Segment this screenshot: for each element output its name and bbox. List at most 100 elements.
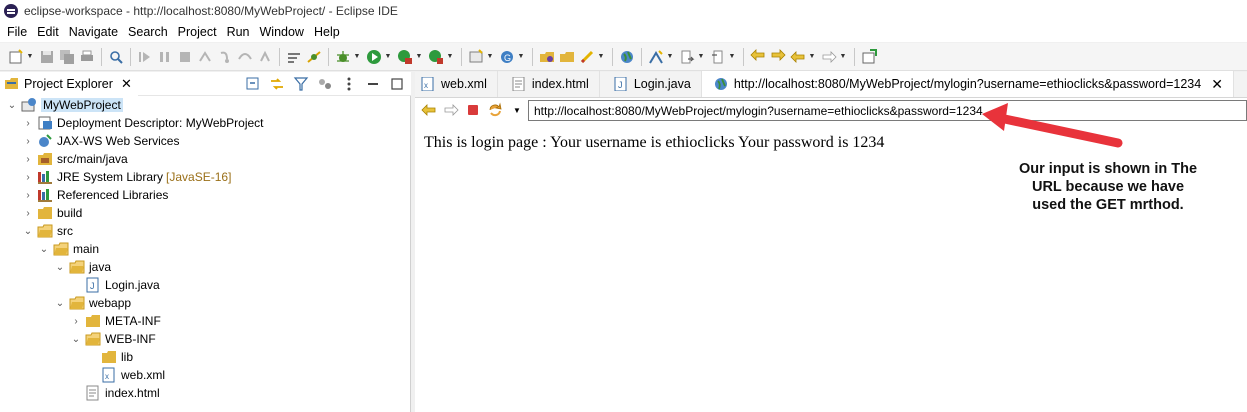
chevron-down-icon[interactable]: ⌄ <box>38 243 50 255</box>
tree-item-login-java[interactable]: J Login.java <box>0 276 411 294</box>
forward-icon[interactable] <box>443 102 459 118</box>
tree-item-mywebproject[interactable]: ⌄ MyWebProject <box>0 96 411 114</box>
globe-icon[interactable] <box>619 49 635 65</box>
close-icon[interactable]: ✕ <box>121 76 132 92</box>
chevron-right-icon[interactable]: › <box>22 207 34 219</box>
menu-navigate[interactable]: Navigate <box>64 25 123 39</box>
chevron-right-icon[interactable]: › <box>22 189 34 201</box>
chevron-down-icon[interactable]: ⌄ <box>54 297 66 309</box>
disconnect-icon[interactable] <box>197 49 213 65</box>
focus-on-task-icon[interactable] <box>317 76 333 92</box>
next-annotation-dropdown-icon[interactable]: ▼ <box>697 49 705 65</box>
menu-window[interactable]: Window <box>255 25 309 39</box>
next-edit-location-icon[interactable] <box>770 48 786 65</box>
terminate-icon[interactable] <box>177 49 193 65</box>
pencil-icon[interactable] <box>579 49 595 65</box>
skip-breakpoints-icon[interactable] <box>306 49 322 65</box>
tab-index-html[interactable]: index.html <box>498 71 600 97</box>
run-dropdown-icon[interactable]: ▼ <box>384 49 392 65</box>
minimize-icon[interactable] <box>365 76 381 92</box>
stop-icon[interactable] <box>465 102 481 118</box>
tab-browser[interactable]: http://localhost:8080/MyWebProject/mylog… <box>701 71 1234 97</box>
previous-annotation-icon[interactable] <box>710 49 726 65</box>
chevron-down-icon[interactable]: ⌄ <box>54 261 66 273</box>
menu-project[interactable]: Project <box>173 25 222 39</box>
back-icon[interactable] <box>421 102 437 118</box>
collapse-all-icon[interactable] <box>245 76 261 92</box>
new-dropdown-icon[interactable]: ▼ <box>26 49 34 65</box>
debug-dropdown-icon[interactable]: ▼ <box>353 49 361 65</box>
step-over-icon[interactable] <box>237 49 253 65</box>
chevron-right-icon[interactable]: › <box>22 117 34 129</box>
chevron-right-icon[interactable]: › <box>70 315 82 327</box>
tree-item-web-xml[interactable]: x web.xml <box>0 366 411 384</box>
tree-item-lib[interactable]: lib <box>0 348 411 366</box>
coverage-icon[interactable] <box>397 49 413 65</box>
coverage-dropdown-icon[interactable]: ▼ <box>415 49 423 65</box>
new-server-icon[interactable] <box>468 48 484 65</box>
chevron-down-icon[interactable]: ▼ <box>509 102 525 118</box>
maximize-icon[interactable] <box>389 76 405 92</box>
menu-file[interactable]: File <box>2 25 32 39</box>
new-server-dropdown-icon[interactable]: ▼ <box>486 49 494 65</box>
filter-icon[interactable] <box>293 76 309 92</box>
open-perspective-icon[interactable] <box>861 48 877 65</box>
toggle-ant-dropdown-icon[interactable]: ▼ <box>666 49 674 65</box>
chevron-down-icon[interactable]: ⌄ <box>22 225 34 237</box>
print-icon[interactable] <box>79 49 95 65</box>
previous-annotation-dropdown-icon[interactable]: ▼ <box>728 49 736 65</box>
open-type-icon[interactable] <box>539 49 555 65</box>
new-java-class-dropdown-icon[interactable]: ▼ <box>517 49 525 65</box>
next-annotation-icon[interactable] <box>679 49 695 65</box>
tree-item-web-inf[interactable]: ⌄ WEB-INF <box>0 330 411 348</box>
menu-search[interactable]: Search <box>123 25 173 39</box>
resume-icon[interactable] <box>137 49 153 65</box>
debug-icon[interactable] <box>335 49 351 65</box>
pencil-dropdown-icon[interactable]: ▼ <box>597 49 605 65</box>
view-menu-icon[interactable] <box>341 76 357 92</box>
tree-item-src-main-java[interactable]: › src/main/java <box>0 150 411 168</box>
menu-run[interactable]: Run <box>222 25 255 39</box>
url-input[interactable] <box>528 100 1247 121</box>
tree-item-main[interactable]: ⌄ main <box>0 240 411 258</box>
back-icon[interactable] <box>790 49 806 65</box>
link-with-editor-icon[interactable] <box>269 76 285 92</box>
new-icon[interactable] <box>8 48 24 65</box>
new-java-class-icon[interactable]: G <box>499 49 515 65</box>
chevron-right-icon[interactable]: › <box>22 171 34 183</box>
tree-item-jre-system-library[interactable]: › JRE System Library [JavaSE-16] <box>0 168 411 186</box>
run-icon[interactable] <box>366 49 382 65</box>
save-all-icon[interactable] <box>59 49 75 65</box>
chevron-right-icon[interactable]: › <box>22 135 34 147</box>
tree-item-meta-inf[interactable]: › META-INF <box>0 312 411 330</box>
tree-item-referenced-libraries[interactable]: › Referenced Libraries <box>0 186 411 204</box>
external-tools-dropdown-icon[interactable]: ▼ <box>446 49 454 65</box>
refresh-icon[interactable] <box>487 102 503 118</box>
tree-item-java[interactable]: ⌄ java <box>0 258 411 276</box>
tab-web-xml[interactable]: x web.xml <box>415 71 498 97</box>
tree-item-src[interactable]: ⌄ src <box>0 222 411 240</box>
save-icon[interactable] <box>39 49 55 65</box>
back-dropdown-icon[interactable]: ▼ <box>808 49 816 65</box>
open-task-icon[interactable] <box>559 49 575 65</box>
tab-project-explorer[interactable]: Project Explorer ✕ <box>0 71 138 96</box>
tab-login-java[interactable]: J Login.java <box>600 71 702 97</box>
menu-help[interactable]: Help <box>309 25 345 39</box>
tree-item-build[interactable]: › build <box>0 204 411 222</box>
menu-edit[interactable]: Edit <box>32 25 64 39</box>
toggle-ant-icon[interactable] <box>648 49 664 65</box>
search-icon[interactable] <box>108 49 124 65</box>
chevron-right-icon[interactable]: › <box>22 153 34 165</box>
tree-item-webapp[interactable]: ⌄ webapp <box>0 294 411 312</box>
tree-item-deployment-descriptor[interactable]: › Deployment Descriptor: MyWebProject <box>0 114 411 132</box>
forward-dropdown-icon[interactable]: ▼ <box>839 49 847 65</box>
external-tools-icon[interactable] <box>428 49 444 65</box>
suspend-icon[interactable] <box>157 49 173 65</box>
tree-item-index-html[interactable]: index.html <box>0 384 411 402</box>
chevron-down-icon[interactable]: ⌄ <box>70 333 82 345</box>
use-step-filters-icon[interactable] <box>286 49 302 65</box>
close-icon[interactable]: ✕ <box>1211 76 1223 93</box>
tree-item-jax-ws-web-services[interactable]: › JAX-WS Web Services <box>0 132 411 150</box>
step-return-icon[interactable] <box>257 49 273 65</box>
forward-icon[interactable] <box>821 49 837 65</box>
